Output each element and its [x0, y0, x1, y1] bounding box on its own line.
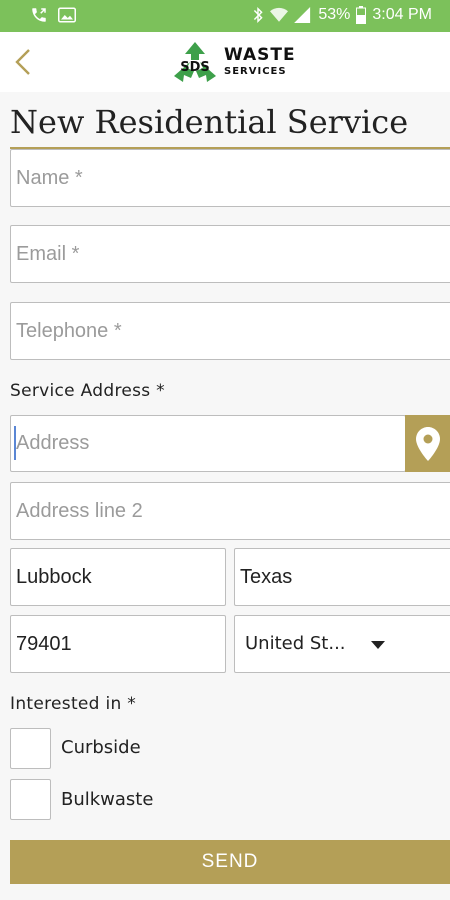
logo-word-services: SERVICES — [224, 66, 287, 77]
signal-icon — [294, 7, 312, 23]
name-field[interactable] — [10, 149, 450, 207]
company-logo: SDS WASTE SERVICES — [172, 40, 296, 84]
text-cursor — [14, 426, 16, 460]
recycle-logo-icon: SDS — [174, 42, 216, 82]
logo-word-waste: WASTE — [224, 45, 296, 65]
email-field[interactable] — [10, 225, 450, 283]
bluetooth-icon — [252, 6, 264, 24]
address-field[interactable] — [10, 415, 406, 472]
curbside-label[interactable]: Curbside — [61, 737, 141, 758]
clock: 3:04 PM — [372, 6, 432, 23]
country-selected-value: United St... — [245, 633, 346, 654]
bulkwaste-checkbox[interactable] — [10, 779, 51, 820]
map-pin-icon — [415, 426, 440, 461]
wifi-icon — [270, 7, 289, 23]
logo-initials: SDS — [180, 60, 210, 75]
back-button[interactable] — [10, 44, 36, 80]
telephone-field[interactable] — [10, 302, 450, 360]
address-line2-field[interactable] — [10, 482, 450, 540]
interested-in-label: Interested in * — [10, 694, 137, 714]
app-bar: SDS WASTE SERVICES — [0, 32, 450, 92]
image-icon — [58, 7, 76, 23]
page-title: New Residential Service — [10, 103, 409, 141]
city-input[interactable] — [11, 549, 225, 605]
send-button[interactable]: SEND — [10, 840, 450, 884]
zip-input[interactable] — [11, 616, 225, 672]
zip-field[interactable] — [10, 615, 226, 673]
send-button-label: SEND — [201, 851, 259, 872]
address-input[interactable] — [11, 416, 405, 471]
email-input[interactable] — [11, 226, 450, 282]
bulkwaste-label[interactable]: Bulkwaste — [61, 789, 153, 810]
service-address-label: Service Address * — [10, 381, 165, 401]
chevron-left-icon — [15, 49, 30, 75]
name-input[interactable] — [11, 150, 450, 206]
telephone-input[interactable] — [11, 303, 450, 359]
city-field[interactable] — [10, 548, 226, 606]
locate-address-button[interactable] — [405, 415, 450, 472]
state-field[interactable] — [234, 548, 450, 606]
state-input[interactable] — [235, 549, 450, 605]
battery-icon — [356, 6, 367, 24]
phone-icon — [30, 6, 48, 24]
country-select[interactable]: United St... — [234, 615, 450, 673]
dropdown-arrow-icon — [371, 641, 385, 649]
address-line2-input[interactable] — [11, 483, 450, 539]
status-bar: 53% 3:04 PM — [0, 0, 450, 32]
battery-percent: 53% — [318, 6, 351, 23]
curbside-checkbox[interactable] — [10, 728, 51, 769]
